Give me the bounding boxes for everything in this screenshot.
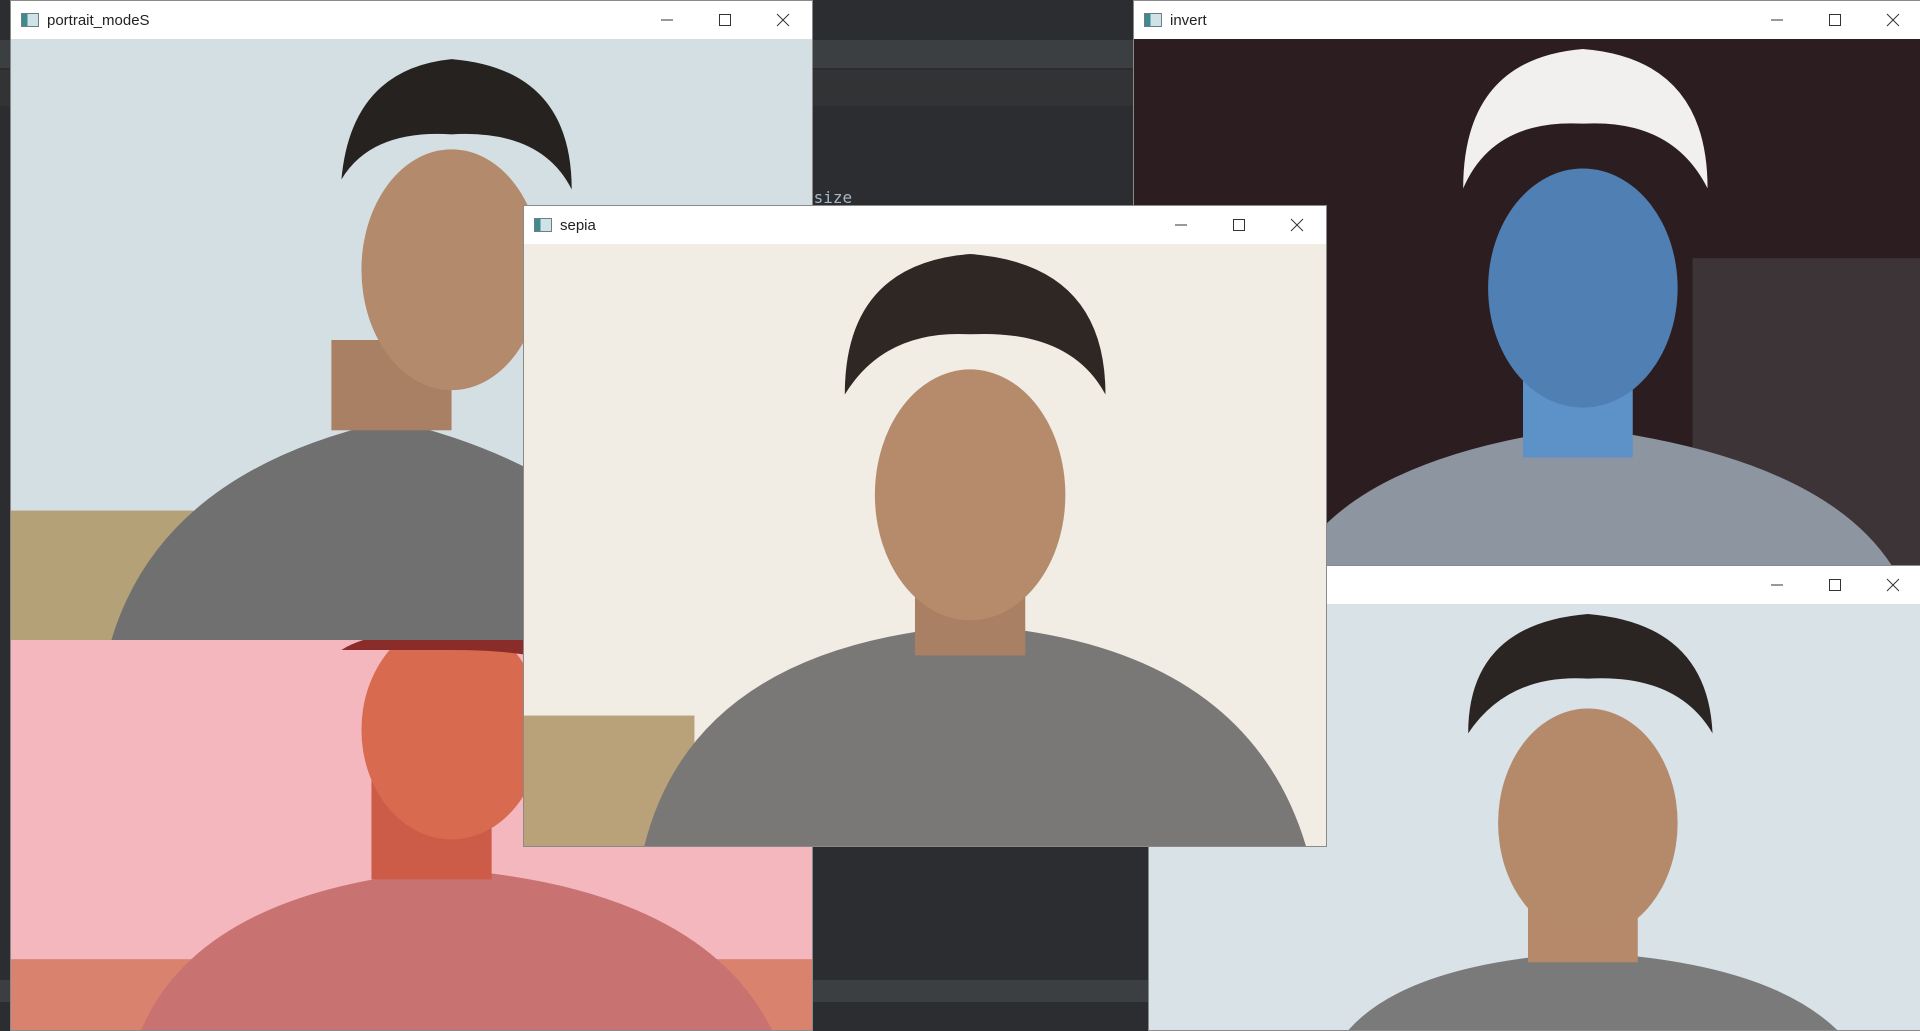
- close-button[interactable]: [1864, 566, 1920, 604]
- window-title: invert: [1170, 11, 1207, 29]
- sepia-image: [524, 244, 1326, 846]
- window-title: portrait_modeS: [47, 11, 150, 29]
- maximize-button[interactable]: [1210, 206, 1268, 244]
- opencv-window-icon: [534, 218, 552, 232]
- opencv-window-icon: [21, 13, 39, 27]
- title-bar[interactable]: sepia: [524, 206, 1326, 244]
- title-bar[interactable]: portrait_modeS: [11, 1, 812, 39]
- minimize-button[interactable]: [638, 1, 696, 39]
- opencv-window-icon: [1144, 13, 1162, 27]
- maximize-button[interactable]: [1806, 1, 1864, 39]
- maximize-button[interactable]: [1806, 566, 1864, 604]
- maximize-button[interactable]: [696, 1, 754, 39]
- minimize-button[interactable]: [1748, 566, 1806, 604]
- minimize-button[interactable]: [1748, 1, 1806, 39]
- minimize-button[interactable]: [1152, 206, 1210, 244]
- sepia-window[interactable]: sepia: [523, 205, 1327, 847]
- close-button[interactable]: [754, 1, 812, 39]
- close-button[interactable]: [1864, 1, 1920, 39]
- window-title: sepia: [560, 216, 596, 234]
- close-button[interactable]: [1268, 206, 1326, 244]
- title-bar[interactable]: invert: [1134, 1, 1920, 39]
- sepia-frame: [524, 244, 1326, 846]
